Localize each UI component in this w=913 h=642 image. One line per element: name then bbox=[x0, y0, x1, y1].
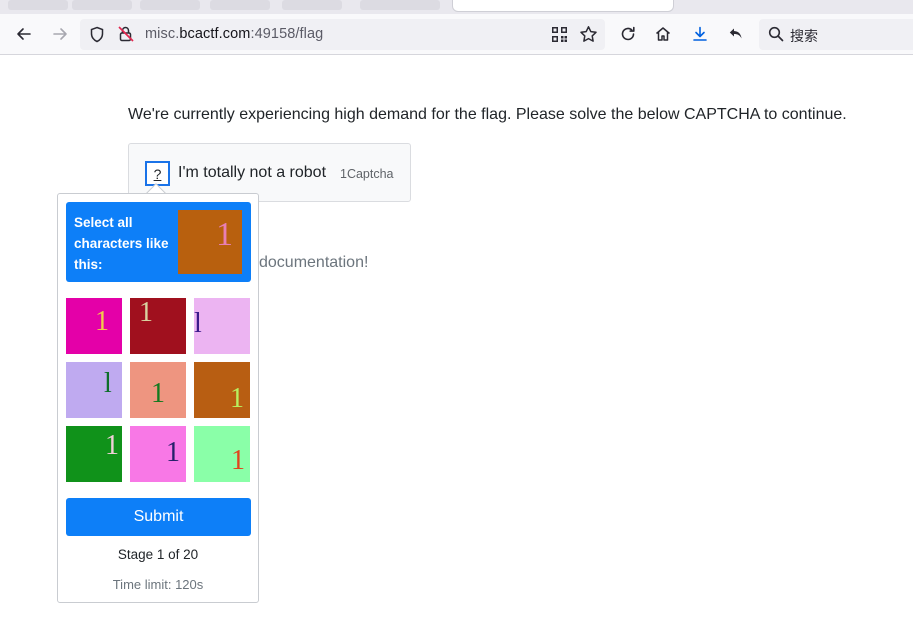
challenge-prompt: Select all characters like this: 1 bbox=[66, 202, 251, 282]
bookmark-star-icon[interactable] bbox=[579, 25, 598, 49]
captcha-brand: 1Captcha bbox=[340, 167, 394, 181]
inactive-tab[interactable] bbox=[72, 0, 132, 10]
tile-9[interactable]: 1 bbox=[194, 426, 250, 482]
inactive-tab[interactable] bbox=[8, 0, 68, 10]
tile-character: 1 bbox=[151, 378, 165, 409]
inactive-tab[interactable] bbox=[360, 0, 440, 10]
time-limit: Time limit: 120s bbox=[112, 577, 204, 592]
arrow-right-icon bbox=[53, 28, 67, 40]
qr-code-icon[interactable] bbox=[551, 26, 568, 48]
reload-icon bbox=[621, 26, 635, 41]
tile-character: 1 bbox=[105, 430, 119, 461]
undo-arrow-icon bbox=[729, 28, 742, 39]
shield-icon[interactable] bbox=[89, 26, 105, 48]
page-message: We're currently experiencing high demand… bbox=[128, 106, 847, 123]
url-subdomain: misc. bbox=[145, 26, 180, 42]
stage-counter: Stage 1 of 20 bbox=[117, 547, 199, 562]
tile-8[interactable]: 1 bbox=[130, 426, 186, 482]
undo-close-tab-button[interactable] bbox=[722, 20, 750, 48]
target-character-image: 1 bbox=[178, 210, 242, 274]
arrow-left-icon bbox=[17, 28, 31, 40]
search-bar[interactable]: 搜索 bbox=[759, 19, 913, 50]
home-icon bbox=[656, 27, 670, 41]
inactive-tab[interactable] bbox=[282, 0, 342, 10]
documentation-text: documentation! bbox=[259, 254, 369, 271]
tile-6[interactable]: 1 bbox=[194, 362, 250, 418]
url-path: :49158/flag bbox=[250, 26, 324, 42]
tile-7[interactable]: 1 bbox=[66, 426, 122, 482]
navigation-toolbar: misc.bcactf.com:49158/flag 搜索 bbox=[0, 14, 913, 55]
tile-character: 1 bbox=[166, 437, 180, 468]
captcha-challenge-popup: Select all characters like this: 1 1 1 l… bbox=[57, 193, 259, 603]
download-icon bbox=[693, 26, 707, 41]
tile-character: l bbox=[194, 308, 202, 339]
tile-1[interactable]: 1 bbox=[66, 298, 122, 354]
search-icon bbox=[768, 26, 784, 47]
tile-character: 1 bbox=[231, 445, 245, 476]
forward-button[interactable] bbox=[46, 20, 74, 48]
tile-4[interactable]: l bbox=[66, 362, 122, 418]
inactive-tab[interactable] bbox=[210, 0, 270, 10]
url-host: bcactf.com bbox=[179, 26, 251, 42]
insecure-lock-icon[interactable] bbox=[117, 25, 135, 48]
tile-2[interactable]: 1 bbox=[130, 298, 186, 354]
back-button[interactable] bbox=[10, 20, 38, 48]
reload-button[interactable] bbox=[614, 20, 642, 48]
prompt-text: Select all characters like this: bbox=[74, 215, 169, 272]
tile-character: 1 bbox=[95, 306, 109, 337]
captcha-label: I'm totally not a robot bbox=[178, 164, 327, 181]
home-button[interactable] bbox=[649, 20, 677, 48]
downloads-button[interactable] bbox=[686, 20, 714, 48]
tile-character: 1 bbox=[139, 298, 153, 328]
inactive-tab[interactable] bbox=[140, 0, 200, 10]
tile-character: 1 bbox=[230, 383, 244, 414]
submit-button[interactable]: Submit bbox=[66, 498, 251, 536]
tile-character: l bbox=[104, 368, 112, 399]
tile-3[interactable]: l bbox=[194, 298, 250, 354]
url-text[interactable]: misc.bcactf.com:49158/flag bbox=[145, 26, 323, 42]
search-placeholder: 搜索 bbox=[790, 29, 818, 45]
active-tab[interactable] bbox=[452, 0, 674, 12]
captcha-checkbox[interactable]: ? bbox=[145, 161, 170, 186]
tab-strip bbox=[0, 0, 913, 14]
tile-5[interactable]: 1 bbox=[130, 362, 186, 418]
target-character: 1 bbox=[216, 216, 233, 253]
address-bar[interactable]: misc.bcactf.com:49158/flag bbox=[80, 19, 605, 50]
